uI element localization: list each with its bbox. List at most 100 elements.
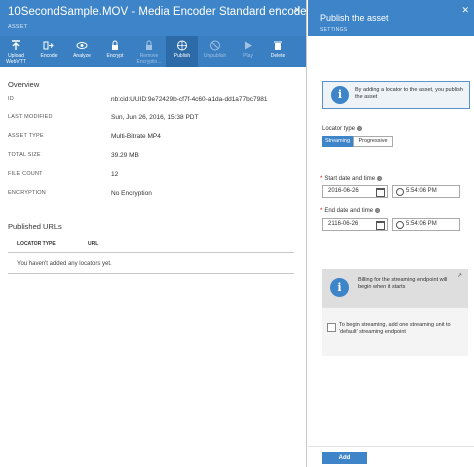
delete-button[interactable]: Delete — [262, 36, 294, 67]
row-value: No Encryption — [111, 190, 152, 197]
add-button[interactable]: Add — [322, 452, 367, 464]
streaming-option[interactable]: Streaming — [322, 136, 353, 147]
close-icon[interactable]: ✕ — [293, 5, 301, 16]
trash-icon — [274, 41, 282, 50]
toolbar-label: Analyze — [73, 53, 91, 59]
row-key: ID — [8, 96, 14, 102]
start-date-value: 2016-06-26 — [328, 188, 359, 194]
locator-info-text: By adding a locator to the asset, you pu… — [355, 87, 463, 100]
end-date-value: 2116-06-26 — [328, 221, 359, 227]
publish-title: Publish the asset — [320, 13, 389, 23]
row-key: TOTAL SIZE — [8, 152, 41, 158]
published-urls-table-header: LOCATOR TYPE URL — [8, 238, 294, 253]
no-icon — [210, 40, 220, 51]
asset-blade: 10SecondSample.MOV - Media Encoder Stand… — [0, 0, 313, 467]
remove-encryption-button[interactable]: Remove Encryptio... — [133, 36, 165, 67]
billing-info-text: Billing for the streaming endpoint will … — [358, 277, 448, 290]
progressive-option[interactable]: Progressive — [353, 136, 393, 147]
analyze-button[interactable]: Analyze — [66, 36, 98, 67]
url-column-header: URL — [88, 241, 99, 247]
publish-subtitle: SETTINGS — [320, 27, 348, 33]
info-icon: i — [330, 278, 349, 297]
row-key: ASSET TYPE — [8, 133, 44, 139]
help-icon[interactable]: ? — [377, 176, 383, 181]
publish-blade-header: Publish the asset SETTINGS ✕ — [308, 0, 474, 36]
toolbar-label: Unpublish — [203, 53, 227, 59]
calendar-icon[interactable] — [376, 188, 385, 197]
play-icon — [245, 41, 252, 50]
external-link-icon[interactable]: ↗ — [457, 272, 463, 279]
info-icon: i — [331, 86, 349, 104]
publish-button[interactable]: Publish — [166, 36, 198, 67]
row-value: 12 — [111, 171, 119, 178]
published-urls-heading: Published URLs — [8, 222, 62, 231]
upload-webvtt-button[interactable]: Upload WebVTT — [0, 36, 32, 67]
end-time-value: 5:54:06 PM — [406, 221, 437, 227]
lock-icon — [112, 40, 118, 50]
toolbar-label: Upload WebVTT — [6, 53, 26, 65]
streaming-unit-checkbox[interactable] — [327, 323, 336, 332]
clock-icon — [396, 221, 404, 229]
divider — [308, 446, 474, 447]
encode-button[interactable]: Encode — [33, 36, 65, 67]
encrypt-button[interactable]: Encrypt — [99, 36, 131, 67]
asset-toolbar: Upload WebVTT Encode Analyze Encrypt Rem… — [0, 36, 306, 67]
start-date-field[interactable]: 2016-06-26 — [322, 185, 388, 198]
unpublish-button[interactable]: Unpublish — [199, 36, 231, 67]
row-key: FILE COUNT — [8, 171, 43, 177]
row-value: Sun, Jun 26, 2016, 15:38 PDT — [111, 114, 199, 121]
toolbar-label: Publish — [173, 53, 191, 59]
row-value: nb:cid:UUID:9e72429b-cf7f-4c60-a1da-dd1a… — [111, 96, 268, 103]
start-time-value: 5:54:06 PM — [406, 188, 437, 194]
end-date-field[interactable]: 2116-06-26 — [322, 218, 388, 231]
asset-blade-header: 10SecondSample.MOV - Media Encoder Stand… — [0, 0, 313, 36]
required-marker: * — [320, 208, 323, 215]
billing-info-box: i Billing for the streaming endpoint wil… — [322, 269, 468, 307]
asset-title: 10SecondSample.MOV - Media Encoder Stand… — [8, 6, 313, 18]
divider — [8, 273, 294, 274]
overview-row: ASSET TYPE Multi-Bitrate MP4 — [8, 133, 298, 143]
streaming-unit-text: To begin streaming, add one streaming un… — [339, 322, 451, 335]
encode-icon — [43, 41, 54, 50]
globe-icon — [177, 40, 187, 51]
close-icon[interactable]: ✕ — [461, 5, 469, 16]
row-value: 39.29 MB — [111, 152, 139, 159]
row-value: Multi-Bitrate MP4 — [111, 133, 161, 140]
overview-row: TOTAL SIZE 39.29 MB — [8, 152, 298, 162]
row-key: LAST MODIFIED — [8, 114, 53, 120]
overview-row: ID nb:cid:UUID:9e72429b-cf7f-4c60-a1da-d… — [8, 96, 298, 106]
toolbar-label: Encode — [40, 53, 58, 59]
overview-row: ENCRYPTION No Encryption — [8, 190, 298, 200]
start-time-field[interactable]: 5:54:06 PM — [392, 185, 460, 198]
start-date-label-text: Start date and time — [324, 176, 376, 183]
toolbar-label: Encrypt — [106, 53, 124, 59]
publish-blade: Publish the asset SETTINGS ✕ i By adding… — [308, 0, 474, 467]
streaming-unit-box: To begin streaming, add one streaming un… — [322, 307, 468, 356]
start-date-label: * Start date and time? — [320, 176, 383, 183]
toolbar-label: Delete — [270, 53, 286, 59]
eye-icon — [76, 42, 88, 49]
published-urls-empty-message: You haven't added any locators yet. — [17, 261, 112, 267]
play-button[interactable]: Play — [232, 36, 264, 67]
asset-subtitle: ASSET — [8, 24, 28, 30]
calendar-icon[interactable] — [376, 221, 385, 230]
required-marker: * — [320, 176, 323, 183]
help-icon[interactable]: ? — [357, 126, 363, 131]
overview-row: LAST MODIFIED Sun, Jun 26, 2016, 15:38 P… — [8, 114, 298, 124]
end-date-label: * End date and time? — [320, 208, 381, 215]
help-icon[interactable]: ? — [375, 208, 381, 213]
pin-icon[interactable]: ⌖ — [275, 5, 284, 14]
row-key: ENCRYPTION — [8, 190, 46, 196]
upload-icon — [12, 40, 20, 50]
overview-row: FILE COUNT 12 — [8, 171, 298, 181]
clock-icon — [396, 188, 404, 196]
locator-type-column-header: LOCATOR TYPE — [17, 241, 56, 247]
toolbar-label: Remove Encryptio... — [136, 53, 162, 65]
locator-type-label: Locator type? — [322, 126, 363, 133]
overview-heading: Overview — [8, 80, 40, 89]
lock-icon — [146, 40, 152, 50]
locator-info-box: i By adding a locator to the asset, you … — [322, 81, 470, 109]
locator-type-label-text: Locator type — [322, 126, 356, 133]
end-date-label-text: End date and time — [324, 208, 374, 215]
end-time-field[interactable]: 5:54:06 PM — [392, 218, 460, 231]
